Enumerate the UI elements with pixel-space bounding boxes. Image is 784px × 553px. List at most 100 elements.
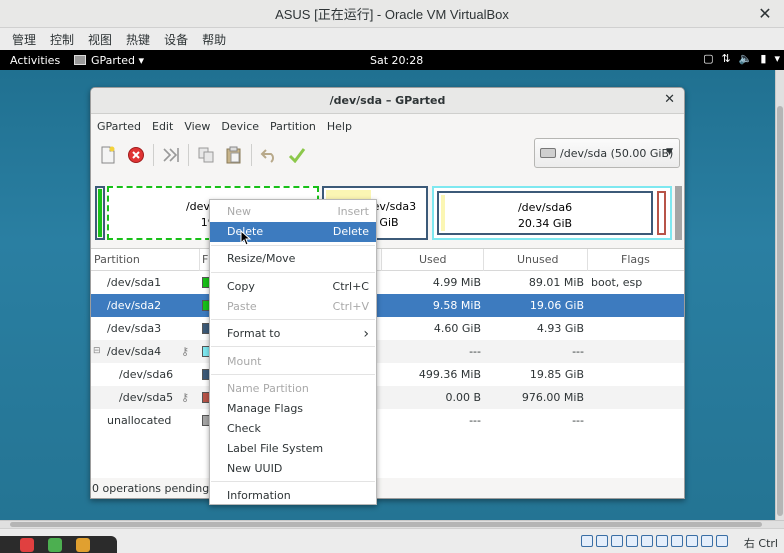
column-flags[interactable]: Flags xyxy=(589,249,684,271)
toolbar: /dev/sda (50.00 GiB) ▼ xyxy=(91,138,684,172)
table-row[interactable]: /dev/sda5 ⚷ 0.00 B 976.00 MiB xyxy=(91,386,684,409)
resize-move-button[interactable] xyxy=(160,144,182,166)
menu-item-new-uuid[interactable]: New UUID xyxy=(210,459,376,479)
table-row[interactable]: /dev/sda3 4.60 GiB 4.93 GiB xyxy=(91,317,684,340)
table-row-selected[interactable]: /dev/sda2 9.58 MiB 19.06 GiB xyxy=(91,294,684,317)
table-row[interactable]: /dev/sda1 4.99 MiB 89.01 MiB boot, esp xyxy=(91,271,684,294)
column-unused[interactable]: Unused xyxy=(485,249,588,271)
menu-item-mount[interactable]: Mount xyxy=(210,352,376,372)
host-menu-hotkeys[interactable]: 热键 xyxy=(120,31,156,48)
menu-device[interactable]: Device xyxy=(217,120,263,133)
delete-partition-button[interactable] xyxy=(125,144,147,166)
app-icon[interactable] xyxy=(76,537,90,552)
gparted-app-icon xyxy=(74,55,86,65)
audio-icon[interactable] xyxy=(611,535,623,547)
menu-view[interactable]: View xyxy=(180,120,214,133)
menu-item-paste-label: Paste xyxy=(227,300,257,313)
menu-item-name-partition[interactable]: Name Partition xyxy=(210,379,376,399)
menu-separator xyxy=(211,374,375,375)
menu-item-copy[interactable]: Copy Ctrl+C xyxy=(210,277,376,297)
host-menu-control[interactable]: 控制 xyxy=(44,31,80,48)
close-icon[interactable]: ✕ xyxy=(756,5,774,23)
vertical-scrollbar[interactable] xyxy=(775,70,784,522)
table-row[interactable]: /dev/sda6 499.36 MiB 19.85 GiB xyxy=(91,363,684,386)
table-row[interactable]: unallocated --- --- xyxy=(91,409,684,432)
menu-item-resize-move[interactable]: Resize/Move xyxy=(210,249,376,269)
menu-help[interactable]: Help xyxy=(323,120,356,133)
toolbar-separator xyxy=(153,144,154,166)
host-key-indicator: 右 Ctrl xyxy=(743,537,778,550)
app-icon[interactable] xyxy=(20,537,34,552)
graph-partition-sda5[interactable] xyxy=(657,191,666,235)
checkmark-icon xyxy=(288,148,306,163)
menu-item-paste[interactable]: Paste Ctrl+V xyxy=(210,297,376,317)
gnome-top-bar: Activities GParted ▾ Sat 20:28 ▢ ⇅ 🔈 ▮ ▾ xyxy=(0,50,784,70)
chevron-right-icon: › xyxy=(363,326,369,342)
cpu-icon[interactable] xyxy=(701,535,713,547)
shared-folder-icon[interactable] xyxy=(656,535,668,547)
copy-button[interactable] xyxy=(195,144,217,166)
menu-item-delete[interactable]: Delete Delete xyxy=(210,222,376,242)
mouse-cursor-icon xyxy=(240,230,252,246)
display-icon[interactable] xyxy=(671,535,683,547)
column-used[interactable]: Used xyxy=(384,249,484,271)
graph-partition-sda6[interactable]: /dev/sda6 20.34 GiB xyxy=(437,191,653,235)
cell-used: 9.58 MiB xyxy=(432,299,481,312)
mouse-integration-icon[interactable] xyxy=(716,535,728,547)
undo-button[interactable] xyxy=(258,144,280,166)
device-selector[interactable]: /dev/sda (50.00 GiB) ▼ xyxy=(534,138,680,168)
new-partition-button[interactable] xyxy=(97,144,119,166)
app-icon[interactable] xyxy=(48,537,62,552)
collapse-icon[interactable]: ⊟ xyxy=(93,340,101,363)
host-menu-help[interactable]: 帮助 xyxy=(196,31,232,48)
menu-item-copy-label: Copy xyxy=(227,280,255,293)
network-icon[interactable] xyxy=(626,535,638,547)
cell-partition: /dev/sda2 xyxy=(107,299,162,312)
horizontal-scrollbar[interactable] xyxy=(0,520,784,528)
apply-button[interactable] xyxy=(286,144,308,166)
toolbar-separator xyxy=(251,144,252,166)
menu-edit[interactable]: Edit xyxy=(148,120,177,133)
menu-item-format-to[interactable]: Format to › xyxy=(210,324,376,344)
menu-partition[interactable]: Partition xyxy=(266,120,320,133)
graph-partition-sda4[interactable]: /dev/sda6 20.34 GiB xyxy=(432,186,672,240)
column-partition[interactable]: Partition xyxy=(94,249,200,271)
gparted-window-title: /dev/sda – GParted xyxy=(329,94,446,107)
menu-gparted[interactable]: GParted xyxy=(93,120,145,133)
usb-icon[interactable] xyxy=(641,535,653,547)
key-icon: ⚷ xyxy=(181,345,190,358)
chevron-down-icon: ▼ xyxy=(666,147,673,157)
cell-flags: boot, esp xyxy=(591,276,643,289)
menu-item-label-file-system[interactable]: Label File System xyxy=(210,439,376,459)
optical-drive-icon[interactable] xyxy=(596,535,608,547)
host-menu-view[interactable]: 视图 xyxy=(82,31,118,48)
clock[interactable]: Sat 20:28 xyxy=(370,54,423,67)
menu-item-new[interactable]: New Insert xyxy=(210,202,376,222)
menu-separator xyxy=(211,481,375,482)
cell-used: 4.99 MiB xyxy=(432,276,481,289)
menu-item-delete-accel: Delete xyxy=(332,225,369,238)
horizontal-scroll-thumb[interactable] xyxy=(10,522,762,527)
graph-unallocated[interactable] xyxy=(675,186,682,240)
graph-sda6-size: 20.34 GiB xyxy=(517,217,573,230)
activities-button[interactable]: Activities xyxy=(0,54,70,67)
app-menu-button[interactable]: GParted ▾ xyxy=(74,54,144,67)
paste-button[interactable] xyxy=(223,144,245,166)
gparted-menubar: GParted Edit View Device Partition Help xyxy=(91,114,684,138)
graph-partition-sda1[interactable] xyxy=(95,186,105,240)
system-tray[interactable]: ▢ ⇅ 🔈 ▮ ▾ xyxy=(703,52,780,65)
host-menu-manage[interactable]: 管理 xyxy=(6,31,42,48)
host-menu-devices[interactable]: 设备 xyxy=(158,31,194,48)
hard-disk-icon[interactable] xyxy=(581,535,593,547)
menu-item-check-label: Check xyxy=(227,422,261,435)
close-icon[interactable]: ✕ xyxy=(664,92,675,107)
gparted-titlebar: /dev/sda – GParted ✕ xyxy=(91,88,684,114)
host-titlebar: ASUS [正在运行] - Oracle VM VirtualBox ✕ xyxy=(0,0,784,28)
vertical-scroll-thumb[interactable] xyxy=(777,106,783,516)
menu-item-information[interactable]: Information xyxy=(210,486,376,506)
table-row[interactable]: ⊟ /dev/sda4 ⚷ --- --- xyxy=(91,340,684,363)
gparted-window: /dev/sda – GParted ✕ GParted Edit View D… xyxy=(90,87,685,499)
menu-item-manage-flags[interactable]: Manage Flags xyxy=(210,399,376,419)
capture-icon[interactable] xyxy=(686,535,698,547)
menu-item-check[interactable]: Check xyxy=(210,419,376,439)
